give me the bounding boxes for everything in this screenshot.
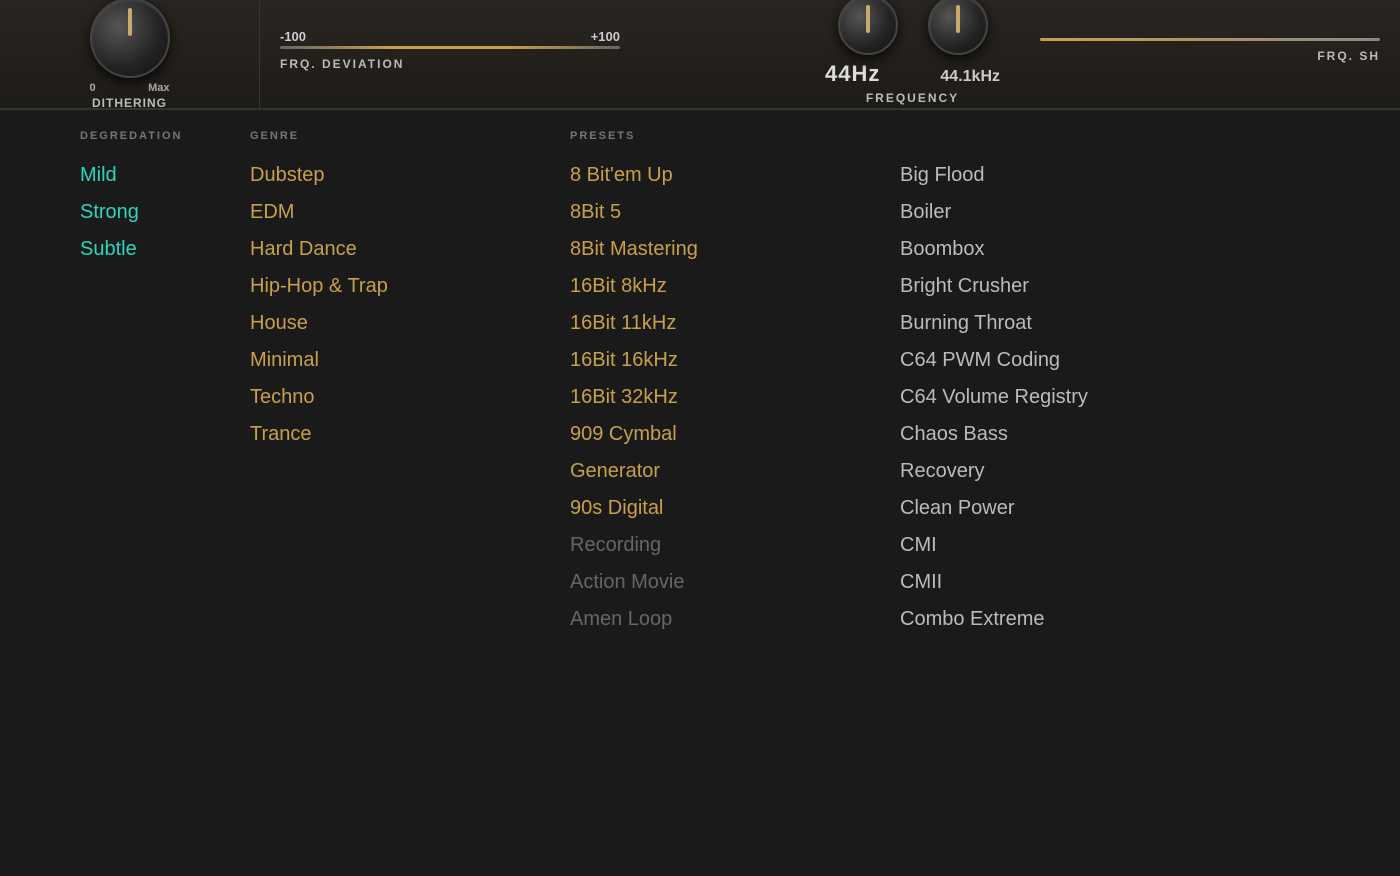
presets-header: PRESETS — [570, 130, 880, 142]
preset-item[interactable]: Big Flood — [900, 164, 1260, 187]
genre-item[interactable]: Techno — [250, 386, 550, 409]
preset-item[interactable]: CMI — [900, 534, 1260, 557]
dithering-label: DITHERING — [92, 96, 167, 110]
degradation-item[interactable]: Subtle — [80, 238, 250, 261]
genre-item[interactable]: EDM — [250, 201, 550, 224]
dithering-max: Max — [148, 82, 169, 94]
frq-deviation-label: FRQ. DEVIATION — [280, 57, 404, 71]
preset-item[interactable]: C64 Volume Registry — [900, 386, 1260, 409]
genre-item[interactable]: Trance — [250, 423, 550, 446]
content-area: DEGREDATION Mild Strong Subtle GENRE Dubst… — [0, 110, 1400, 876]
preset-item[interactable]: 16Bit 8kHz — [570, 275, 880, 298]
preset-item[interactable]: Boombox — [900, 238, 1260, 261]
presets-left-list: 8 Bit'em Up 8Bit 5 8Bit Mastering 16Bit 8kH… — [570, 164, 880, 645]
preset-item[interactable]: Combo Extreme — [900, 608, 1260, 631]
preset-item[interactable]: 909 Cymbal — [570, 423, 880, 446]
preset-item[interactable]: 8Bit Mastering — [570, 238, 880, 261]
preset-item[interactable]: Burning Throat — [900, 312, 1260, 335]
preset-item[interactable]: Amen Loop — [570, 608, 880, 631]
presets-right-column: Big Flood Boiler Boombox Bright Crusher Burn… — [880, 130, 1260, 876]
dithering-min: 0 — [90, 82, 96, 94]
preset-item[interactable]: 16Bit 11kHz — [570, 312, 880, 335]
frq-dev-min: -100 — [280, 29, 306, 44]
preset-item[interactable]: Chaos Bass — [900, 423, 1260, 446]
preset-item[interactable]: 8 Bit'em Up — [570, 164, 880, 187]
genre-column: GENRE Dubstep EDM Hard Dance Hip-Hop & Trap… — [250, 130, 550, 876]
presets-right-spacer — [900, 130, 1260, 142]
preset-item[interactable]: 8Bit 5 — [570, 201, 880, 224]
frq-deviation-range: -100 +100 — [280, 29, 620, 44]
preset-item[interactable]: 90s Digital — [570, 497, 880, 520]
frq-dev-max: +100 — [591, 29, 620, 44]
preset-item[interactable]: C64 PWM Coding — [900, 349, 1260, 372]
genre-item[interactable]: Hard Dance — [250, 238, 550, 261]
frq-shape-label: FRQ. SH — [1317, 49, 1380, 63]
frequency-sub-value: 44.1kHz — [940, 68, 1000, 86]
preset-item[interactable]: Bright Crusher — [900, 275, 1260, 298]
frq-shape-section: FRQ. SH — [1020, 38, 1400, 71]
presets-right-list: Big Flood Boiler Boombox Bright Crusher Burn… — [900, 164, 1260, 645]
dithering-knob-container: 0 Max DITHERING — [90, 0, 170, 110]
degradation-item[interactable]: Strong — [80, 201, 250, 224]
dithering-knob[interactable] — [90, 0, 170, 78]
dithering-label-row: 0 Max — [90, 82, 170, 94]
degradation-column: DEGREDATION Mild Strong Subtle — [0, 130, 250, 876]
frq-deviation-section: -100 +100 FRQ. DEVIATION — [260, 29, 640, 79]
presets-left-column: PRESETS 8 Bit'em Up 8Bit 5 8Bit Mastering 1… — [550, 130, 880, 876]
dithering-section: 0 Max DITHERING — [0, 0, 260, 108]
genre-item[interactable]: Hip-Hop & Trap — [250, 275, 550, 298]
genre-item[interactable]: Dubstep — [250, 164, 550, 187]
degradation-header: DEGREDATION — [80, 130, 250, 142]
preset-item[interactable]: 16Bit 16kHz — [570, 349, 880, 372]
frequency-label: FREQUENCY — [866, 91, 959, 105]
preset-item[interactable]: CMII — [900, 571, 1260, 594]
preset-item[interactable]: Clean Power — [900, 497, 1260, 520]
preset-item[interactable]: Recovery — [900, 460, 1260, 483]
freq-knob-right[interactable] — [928, 0, 988, 55]
degradation-item[interactable]: Mild — [80, 164, 250, 187]
degradation-list: Mild Strong Subtle — [80, 164, 250, 275]
genre-list: Dubstep EDM Hard Dance Hip-Hop & Trap House M… — [250, 164, 550, 460]
top-panel: 0 Max DITHERING -100 +100 FRQ. DEVIATION… — [0, 0, 1400, 110]
preset-item[interactable]: 16Bit 32kHz — [570, 386, 880, 409]
preset-item[interactable]: Boiler — [900, 201, 1260, 224]
genre-item[interactable]: Minimal — [250, 349, 550, 372]
preset-item[interactable]: Action Movie — [570, 571, 880, 594]
frequency-value: 44Hz — [825, 61, 880, 87]
preset-item[interactable]: Generator — [570, 460, 880, 483]
freq-knob-left[interactable] — [838, 0, 898, 55]
preset-item[interactable]: Recording — [570, 534, 880, 557]
genre-header: GENRE — [250, 130, 550, 142]
frequency-section: 44Hz 44.1kHz FREQUENCY — [640, 0, 1020, 110]
genre-item[interactable]: House — [250, 312, 550, 335]
